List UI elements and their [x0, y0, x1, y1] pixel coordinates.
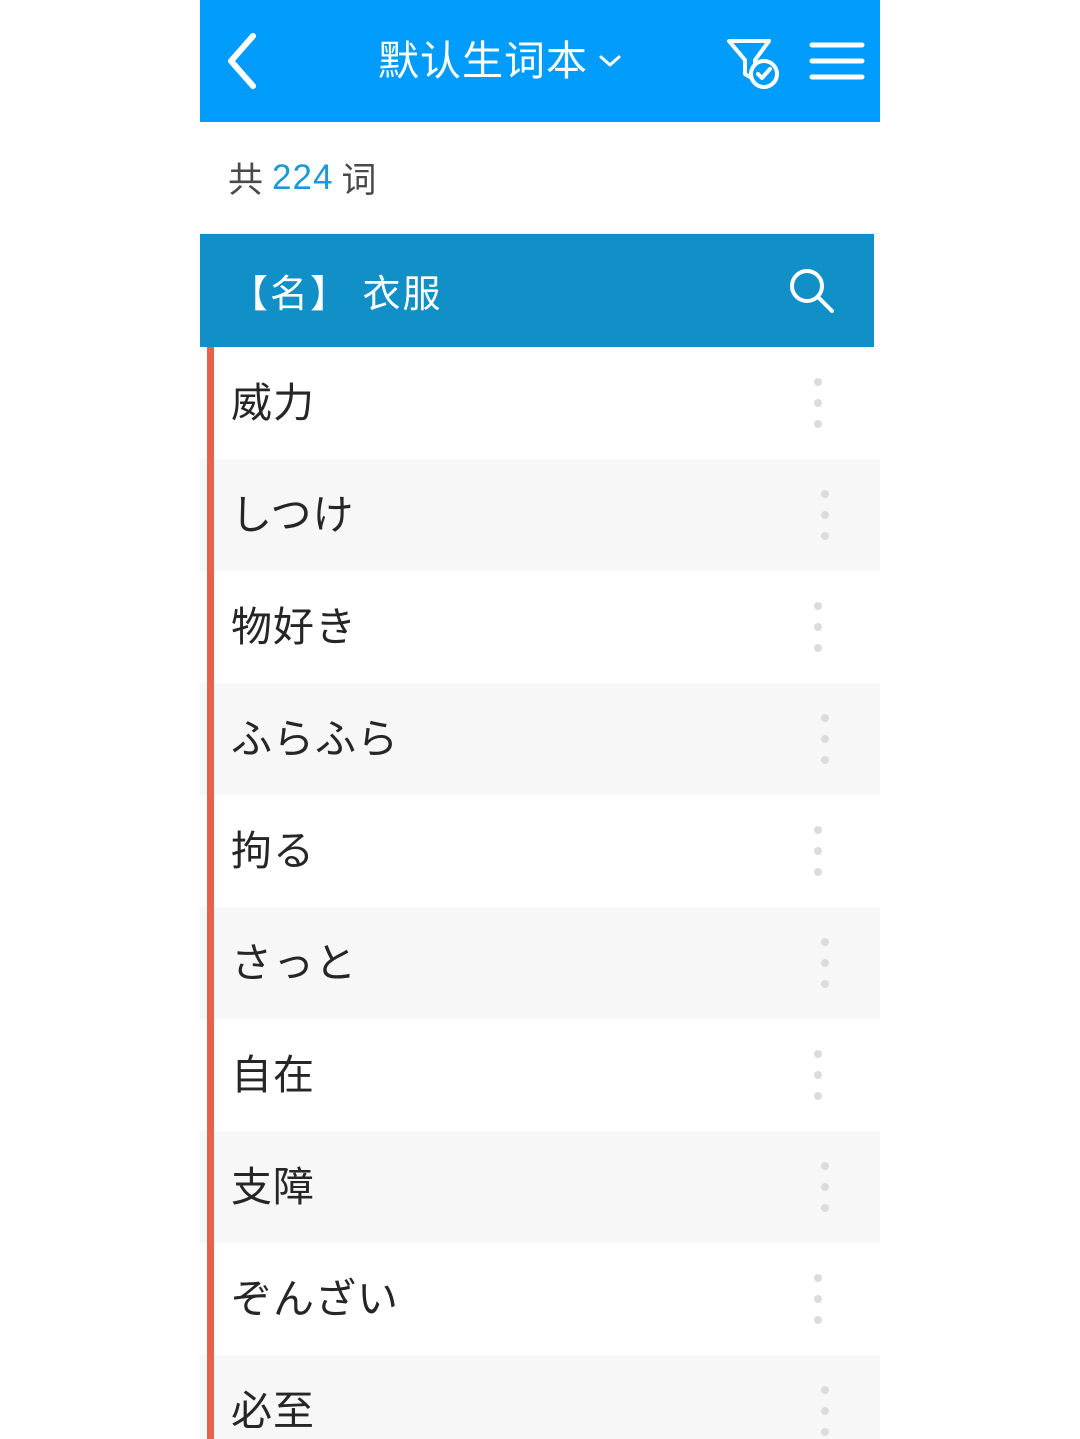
search-bar[interactable]: 【名】 衣服	[200, 234, 874, 347]
word-label: ふらふら	[231, 715, 399, 762]
word-list-item[interactable]: 自在	[200, 1019, 873, 1131]
word-list-item[interactable]: しつけ	[200, 459, 880, 571]
more-vertical-icon[interactable]	[808, 704, 842, 774]
word-count-prefix: 共	[228, 161, 265, 200]
filter-check-icon	[727, 39, 779, 89]
list-accent-rail	[207, 347, 214, 1439]
word-list-item[interactable]: 必至	[200, 1355, 880, 1439]
filter-button[interactable]	[708, 0, 794, 122]
notebook-selector[interactable]: 默认生词本	[292, 37, 708, 84]
hamburger-menu-icon	[809, 42, 865, 80]
word-list-item[interactable]: さっと	[200, 907, 880, 1019]
more-vertical-icon[interactable]	[801, 816, 835, 886]
word-list-item[interactable]: 支障	[200, 1131, 880, 1243]
word-list: 威力 しつけ 物好き ふらふら 拘る さっと 自在 支障 ぞんざい 必至	[200, 347, 880, 1439]
word-count-suffix: 词	[341, 161, 378, 200]
menu-button[interactable]	[794, 0, 880, 122]
word-label: 物好き	[231, 603, 357, 650]
word-list-item[interactable]: ぞんざい	[200, 1243, 873, 1355]
more-vertical-icon[interactable]	[801, 368, 835, 438]
word-label: さっと	[231, 939, 357, 986]
app-bar: 默认生词本	[200, 0, 880, 122]
more-vertical-icon[interactable]	[801, 1264, 835, 1334]
page-title: 默认生词本	[378, 37, 588, 84]
more-vertical-icon[interactable]	[801, 592, 835, 662]
back-button[interactable]	[200, 0, 284, 122]
chevron-left-icon	[228, 33, 256, 89]
word-count-value: 224	[272, 157, 334, 197]
word-list-item[interactable]: 威力	[200, 347, 873, 459]
search-input[interactable]: 【名】 衣服	[230, 263, 784, 318]
word-label: 威力	[231, 379, 315, 426]
word-count-strip: 共 224 词	[200, 122, 880, 234]
word-label: 支障	[231, 1163, 315, 1210]
chevron-down-icon	[599, 55, 621, 67]
search-button[interactable]	[784, 263, 840, 319]
word-label: 自在	[231, 1051, 315, 1098]
more-vertical-icon[interactable]	[801, 1040, 835, 1110]
word-label: しつけ	[231, 491, 355, 538]
word-label: ぞんざい	[231, 1275, 399, 1322]
word-label: 必至	[231, 1387, 315, 1434]
word-list-item[interactable]: ふらふら	[200, 683, 880, 795]
word-list-item[interactable]: 物好き	[200, 571, 873, 683]
more-vertical-icon[interactable]	[808, 480, 842, 550]
more-vertical-icon[interactable]	[808, 928, 842, 998]
word-list-item[interactable]: 拘る	[200, 795, 873, 907]
word-label: 拘る	[231, 827, 315, 874]
more-vertical-icon[interactable]	[808, 1152, 842, 1222]
search-icon	[790, 268, 834, 313]
more-vertical-icon[interactable]	[808, 1376, 842, 1439]
app-screen: 默认生词本 共 224 词 【名】 衣服 威力 しつけ 物好き ふらふら 拘る …	[200, 0, 880, 1439]
